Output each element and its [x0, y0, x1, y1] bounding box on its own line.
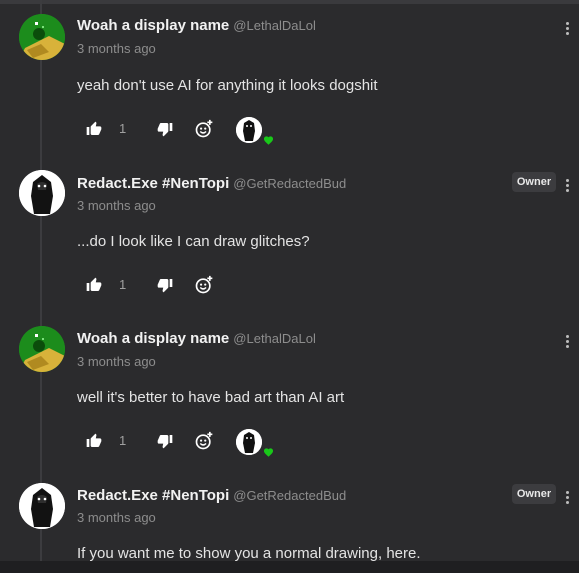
author-handle[interactable]: @LethalDaLol — [233, 331, 316, 346]
creator-heart-avatar — [236, 429, 262, 455]
thumbs-up-icon — [86, 277, 102, 291]
heart-icon — [263, 132, 274, 150]
thumbs-down-icon — [157, 279, 173, 293]
more-vertical-icon[interactable] — [562, 20, 572, 38]
add-emoji-icon — [195, 275, 213, 294]
more-vertical-icon[interactable] — [562, 177, 572, 195]
avatar[interactable] — [19, 326, 65, 372]
add-emoji-icon — [195, 119, 213, 138]
author-name[interactable]: Redact.Exe #NenTopi — [77, 175, 229, 192]
add-reaction-button[interactable] — [194, 275, 214, 300]
timestamp[interactable]: 3 months ago — [77, 354, 156, 369]
dislike-button[interactable] — [157, 433, 173, 454]
dislike-button[interactable] — [157, 277, 173, 298]
avatar[interactable] — [19, 170, 65, 216]
more-vertical-icon[interactable] — [562, 333, 572, 351]
avatar[interactable] — [19, 14, 65, 60]
more-vertical-icon[interactable] — [562, 489, 572, 507]
top-divider — [0, 0, 579, 4]
comment-text: well it's better to have bad art than AI… — [77, 389, 345, 406]
creator-heart-avatar — [236, 117, 262, 143]
author-handle[interactable]: @GetRedactedBud — [233, 488, 346, 503]
comment-text: ...do I look like I can draw glitches? — [77, 233, 310, 250]
comment-text: yeah don't use AI for anything it looks … — [77, 77, 378, 94]
heart-icon — [263, 444, 274, 462]
like-count: 1 — [119, 433, 127, 448]
thumbs-down-icon — [157, 435, 173, 449]
thumbs-down-icon — [157, 123, 173, 137]
thumbs-up-icon — [86, 433, 102, 447]
timestamp[interactable]: 3 months ago — [77, 510, 156, 525]
timestamp[interactable]: 3 months ago — [77, 198, 156, 213]
owner-badge: Owner — [512, 484, 556, 504]
owner-badge: Owner — [512, 172, 556, 192]
add-emoji-icon — [195, 431, 213, 450]
like-button[interactable] — [86, 277, 102, 298]
add-reaction-button[interactable] — [194, 431, 214, 456]
author-name[interactable]: Woah a display name — [77, 17, 229, 34]
avatar[interactable] — [19, 483, 65, 529]
like-button[interactable] — [86, 121, 102, 142]
author-name[interactable]: Redact.Exe #NenTopi — [77, 487, 229, 504]
dislike-button[interactable] — [157, 121, 173, 142]
add-reaction-button[interactable] — [194, 119, 214, 144]
author-handle[interactable]: @GetRedactedBud — [233, 176, 346, 191]
author-handle[interactable]: @LethalDaLol — [233, 18, 316, 33]
author-name[interactable]: Woah a display name — [77, 330, 229, 347]
timestamp[interactable]: 3 months ago — [77, 41, 156, 56]
like-count: 1 — [119, 121, 127, 136]
like-button[interactable] — [86, 433, 102, 454]
thumbs-up-icon — [86, 121, 102, 135]
like-count: 1 — [119, 277, 127, 292]
comment-text: If you want me to show you a normal draw… — [77, 545, 421, 562]
bottom-bar — [0, 561, 579, 573]
